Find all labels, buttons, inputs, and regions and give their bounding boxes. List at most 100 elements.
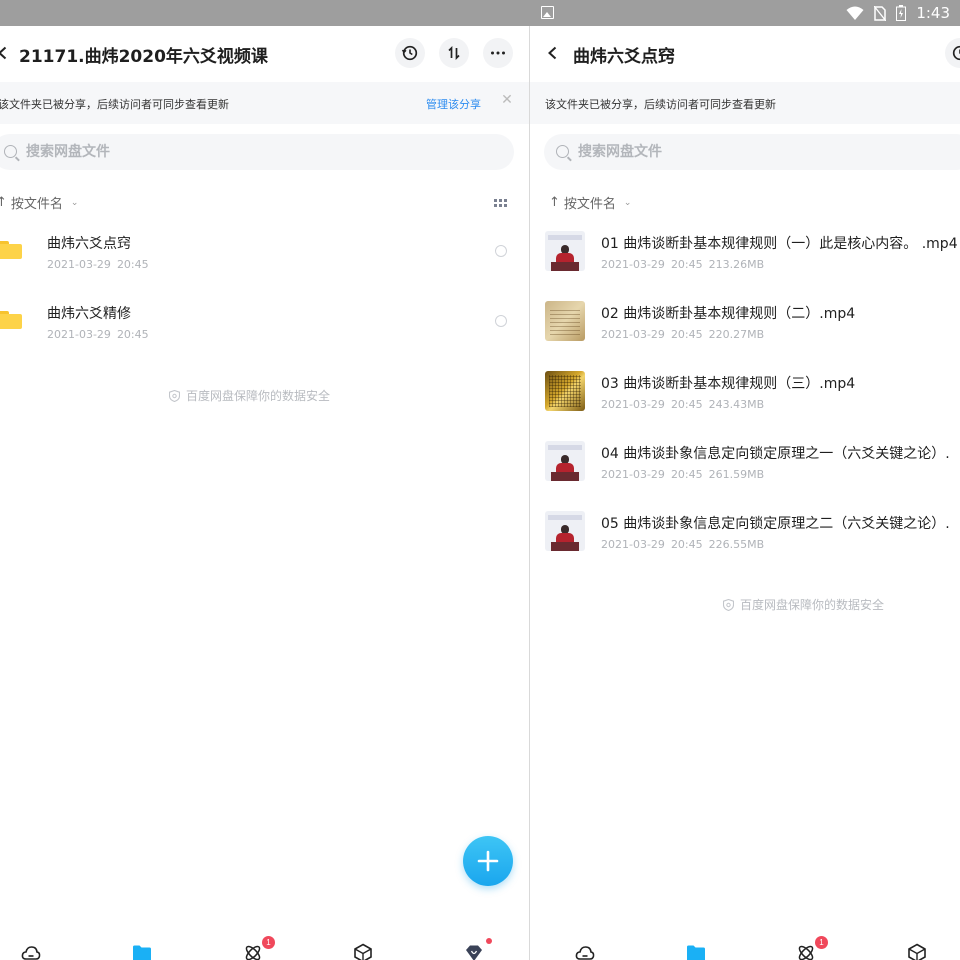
list-item[interactable]: 曲炜六爻点窍 2021-03-29 20:45 xyxy=(0,229,529,299)
transfer-icon xyxy=(448,45,460,61)
search-bar[interactable] xyxy=(544,134,960,170)
select-checkbox[interactable] xyxy=(495,315,507,327)
top-bar: 曲炜六爻点窍 xyxy=(530,26,960,82)
share-banner-text: 该文件夹已被分享，后续访问者可同步查看更新 xyxy=(545,98,776,111)
security-note: 百度网盘保障你的数据安全 xyxy=(723,596,884,613)
list-item[interactable]: 05 曲炜谈卦象信息定向锁定原理之二（六爻关键之论）. 2021-03-29 20… xyxy=(530,509,960,579)
shield-icon xyxy=(723,598,734,611)
search-bar[interactable] xyxy=(0,134,514,170)
image-notification-icon xyxy=(541,6,554,19)
item-meta: 2021-03-29 20:45 243.43MB xyxy=(601,398,764,411)
item-date: 2021-03-29 xyxy=(601,328,665,341)
security-note-text: 百度网盘保障你的数据安全 xyxy=(740,598,885,612)
box-icon xyxy=(908,943,926,960)
diamond-icon xyxy=(466,945,482,960)
tab-home[interactable] xyxy=(20,942,42,960)
bottom-tab-bar: 1 xyxy=(0,930,529,960)
status-bar: 1:43 xyxy=(0,0,960,26)
folder-tab-icon xyxy=(687,945,705,960)
atom-icon xyxy=(245,945,261,960)
close-icon[interactable]: ✕ xyxy=(500,93,514,107)
item-size: 243.43MB xyxy=(708,398,765,411)
item-name: 曲炜六爻点窍 xyxy=(47,236,131,252)
plus-icon xyxy=(477,850,499,872)
history-button[interactable] xyxy=(945,38,960,68)
item-size: 213.26MB xyxy=(708,258,765,271)
item-name: 04 曲炜谈卦象信息定向锁定原理之一（六爻关键之论）. xyxy=(601,446,950,462)
item-meta: 2021-03-29 20:45 261.59MB xyxy=(601,468,764,481)
search-input[interactable] xyxy=(26,134,326,170)
more-button[interactable] xyxy=(483,38,513,68)
share-banner: 该文件夹已被分享，后续访问者可同步查看更新 管理该分享 ✕ xyxy=(0,82,529,124)
page-title: 21171.曲炜2020年六爻视频课 xyxy=(19,47,268,67)
folder-icon xyxy=(0,311,22,329)
list-item[interactable]: 03 曲炜谈断卦基本规律规则（三）.mp4 2021-03-29 20:45 243… xyxy=(530,369,960,439)
manage-share-link[interactable]: 管理该分享 xyxy=(426,96,481,112)
item-name: 01 曲炜谈断卦基本规律规则（一）此是核心内容。 .mp4 xyxy=(601,236,958,252)
history-icon xyxy=(401,45,418,61)
tab-discover[interactable] xyxy=(906,942,928,960)
back-icon[interactable] xyxy=(542,42,564,64)
item-name: 曲炜六爻精修 xyxy=(47,306,131,322)
item-size: 220.27MB xyxy=(708,328,765,341)
notification-badge: 1 xyxy=(815,936,828,949)
video-thumbnail xyxy=(545,231,585,271)
tab-files[interactable] xyxy=(131,942,153,960)
video-thumbnail xyxy=(545,371,585,411)
list-item[interactable]: 04 曲炜谈卦象信息定向锁定原理之一（六爻关键之论）. 2021-03-29 20… xyxy=(530,439,960,509)
search-input[interactable] xyxy=(578,134,878,170)
tab-share[interactable] xyxy=(795,942,817,960)
search-icon xyxy=(556,145,569,158)
item-date: 2021-03-29 xyxy=(47,258,111,271)
select-checkbox[interactable] xyxy=(495,245,507,257)
list-item[interactable]: 01 曲炜谈断卦基本规律规则（一）此是核心内容。 .mp4 2021-03-29… xyxy=(530,229,960,299)
item-meta: 2021-03-29 20:45 xyxy=(47,258,149,271)
sort-control[interactable]: ↑ 按文件名 ⌄ xyxy=(0,193,78,212)
sort-label: 按文件名 xyxy=(563,197,616,212)
tab-share[interactable] xyxy=(242,942,264,960)
no-sim-icon xyxy=(874,5,887,21)
item-name: 03 曲炜谈断卦基本规律规则（三）.mp4 xyxy=(601,376,856,392)
item-size: 226.55MB xyxy=(708,538,765,551)
item-time: 20:45 xyxy=(116,328,149,341)
grid-view-icon[interactable] xyxy=(494,199,508,207)
item-meta: 2021-03-29 20:45 213.26MB xyxy=(601,258,764,271)
shield-icon xyxy=(169,389,180,402)
folder-tab-icon xyxy=(133,945,151,960)
back-icon[interactable] xyxy=(0,42,14,64)
item-time: 20:45 xyxy=(670,398,703,411)
cloud-icon xyxy=(21,946,41,960)
history-button[interactable] xyxy=(395,38,425,68)
item-size: 261.59MB xyxy=(708,468,765,481)
list-item[interactable]: 曲炜六爻精修 2021-03-29 20:45 xyxy=(0,299,529,369)
item-time: 20:45 xyxy=(670,538,703,551)
item-time: 20:45 xyxy=(670,328,703,341)
sort-arrow-icon: ↑ xyxy=(549,195,560,210)
sort-control[interactable]: ↑ 按文件名 ⌄ xyxy=(549,193,631,212)
list-item[interactable]: 02 曲炜谈断卦基本规律规则（二）.mp4 2021-03-29 20:45 220… xyxy=(530,299,960,369)
share-banner-text: 该文件夹已被分享，后续访问者可同步查看更新 xyxy=(0,98,229,111)
tab-files[interactable] xyxy=(685,942,707,960)
video-thumbnail xyxy=(545,301,585,341)
transfer-button[interactable] xyxy=(439,38,469,68)
left-pane: 21171.曲炜2020年六爻视频课 该文件夹已被分享，后续访问者可同步查看更新… xyxy=(0,26,529,960)
cloud-icon xyxy=(575,946,595,960)
item-date: 2021-03-29 xyxy=(601,258,665,271)
item-meta: 2021-03-29 20:45 226.55MB xyxy=(601,538,764,551)
history-icon xyxy=(952,45,960,61)
tab-home[interactable] xyxy=(574,942,596,960)
item-name: 05 曲炜谈卦象信息定向锁定原理之二（六爻关键之论）. xyxy=(601,516,950,532)
security-note: 百度网盘保障你的数据安全 xyxy=(169,387,330,404)
item-date: 2021-03-29 xyxy=(47,328,111,341)
top-bar: 21171.曲炜2020年六爻视频课 xyxy=(0,26,529,82)
tab-discover[interactable] xyxy=(352,942,374,960)
item-meta: 2021-03-29 20:45 220.27MB xyxy=(601,328,764,341)
video-thumbnail xyxy=(545,441,585,481)
sort-label: 按文件名 xyxy=(10,197,63,212)
share-banner: 该文件夹已被分享，后续访问者可同步查看更新 xyxy=(530,82,960,124)
chevron-down-icon: ⌄ xyxy=(70,197,79,208)
add-button[interactable] xyxy=(463,836,513,886)
more-icon xyxy=(491,51,505,55)
item-meta: 2021-03-29 20:45 xyxy=(47,328,149,341)
tab-vip[interactable] xyxy=(463,942,485,960)
